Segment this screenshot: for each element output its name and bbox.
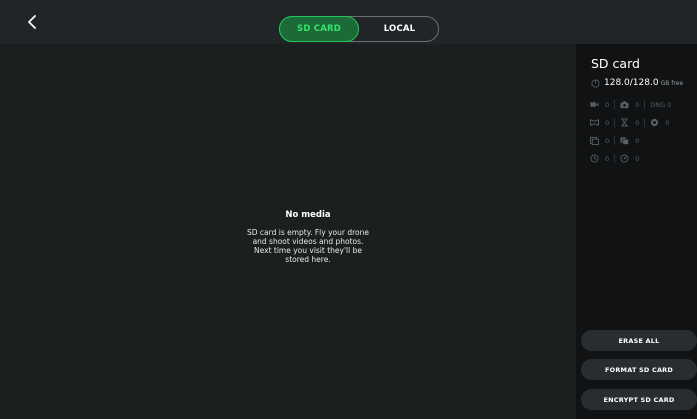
bracketing-icon	[620, 136, 630, 145]
divider	[614, 136, 616, 145]
stat-dng: DNG 0	[650, 101, 671, 109]
video-camera-icon	[590, 100, 599, 109]
source-tab-selector: SD CARD LOCAL	[279, 16, 439, 42]
divider	[614, 118, 616, 127]
stat-value: 0	[605, 118, 610, 127]
empty-state-line: SD card is empty. Fly your drone	[247, 228, 369, 237]
stat-photos: 0	[620, 100, 639, 109]
stat-timer: 0	[620, 154, 639, 163]
stat-value: 0	[605, 100, 610, 109]
stat-panorama: 0	[590, 118, 609, 127]
empty-state: No media SD card is empty. Fly your dron…	[218, 210, 398, 264]
encrypt-sd-card-button[interactable]: ENCRYPT SD CARD	[581, 389, 697, 410]
empty-state-message: SD card is empty. Fly your drone and sho…	[218, 228, 398, 264]
divider	[644, 118, 646, 127]
stat-spherical: 0	[650, 118, 669, 127]
sphere-icon	[650, 118, 659, 127]
stat-value: 0	[665, 118, 670, 127]
top-bar: SD CARD LOCAL	[0, 0, 697, 44]
divider	[614, 100, 616, 109]
panorama-icon	[590, 118, 599, 127]
erase-all-button[interactable]: ERASE ALL	[581, 330, 697, 351]
divider	[644, 100, 646, 109]
stat-videos: 0	[590, 100, 609, 109]
stat-value: 0	[635, 100, 640, 109]
stat-value: 0	[605, 154, 610, 163]
stats-row-media: 0 0 DNG 0	[590, 100, 671, 109]
empty-state-line: stored here.	[285, 255, 331, 264]
timer-icon	[620, 154, 629, 163]
tab-local[interactable]: LOCAL	[360, 16, 439, 42]
storage-value: 128.0/128.0	[604, 78, 659, 88]
format-sd-card-button[interactable]: FORMAT SD CARD	[581, 359, 697, 380]
media-gallery: No media SD card is empty. Fly your dron…	[0, 44, 576, 419]
chevron-left-icon	[28, 15, 36, 29]
dng-label: DNG	[650, 100, 666, 109]
stats-row-modes: 0 0 0	[590, 118, 669, 127]
clock-icon	[590, 154, 599, 163]
hourglass-icon	[620, 118, 629, 127]
stats-row-timer: 0 0	[590, 154, 639, 163]
storage-sidebar: SD card 128.0/128.0 GB free 0 0 DNG0 0	[576, 44, 697, 419]
empty-state-line: and shoot videos and photos.	[252, 237, 364, 246]
stat-value: 0	[605, 136, 610, 145]
back-button[interactable]	[24, 13, 42, 31]
stat-value: 0	[635, 118, 640, 127]
photo-camera-icon	[620, 100, 629, 109]
tab-sd-card[interactable]: SD CARD	[279, 16, 359, 42]
empty-state-line: Next time you visit they'll be	[254, 246, 362, 255]
stat-value: 0	[667, 100, 672, 109]
burst-icon	[590, 136, 599, 145]
storage-gauge-icon	[591, 78, 600, 88]
divider	[614, 154, 616, 163]
stat-value: 0	[635, 136, 640, 145]
sidebar-title: SD card	[591, 56, 640, 71]
stat-burst: 0	[590, 136, 609, 145]
stat-timelapse: 0	[620, 118, 639, 127]
stats-row-burst: 0 0	[590, 136, 639, 145]
empty-state-title: No media	[285, 210, 331, 220]
stat-gps-lapse: 0	[590, 154, 609, 163]
storage-free: 128.0/128.0 GB free	[591, 78, 683, 88]
storage-unit: GB free	[660, 79, 684, 87]
stat-value: 0	[635, 154, 640, 163]
stat-bracketing: 0	[620, 136, 639, 145]
